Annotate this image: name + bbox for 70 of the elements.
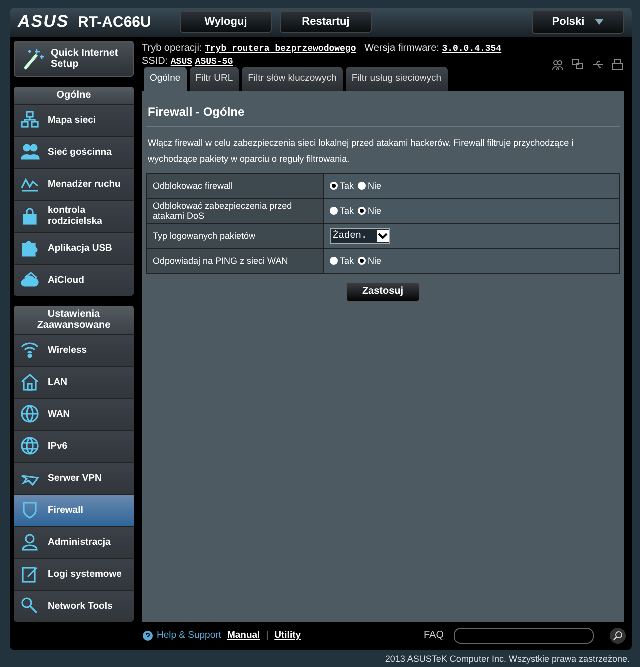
- usb-icon[interactable]: [592, 58, 604, 70]
- menu-heading: Ustawienia Zaawansowane: [14, 306, 134, 334]
- caret-icon: [594, 19, 604, 26]
- setting-label: Odblokować zabezpieczenia przed atakami DoS: [146, 198, 324, 223]
- logo: ASUS: [18, 12, 70, 32]
- panel-title: Firewall - Ogólne: [146, 100, 620, 126]
- puzzle-icon: [20, 238, 40, 258]
- menu-item[interactable]: Wireless: [14, 334, 134, 366]
- apply-button[interactable]: Zastosuj: [346, 282, 420, 302]
- radio-option[interactable]: Nie: [358, 180, 382, 191]
- utility-link[interactable]: Utility: [274, 630, 302, 642]
- people-icon[interactable]: [552, 58, 564, 70]
- menu-item[interactable]: AiCloud: [14, 264, 134, 296]
- wifi-icon: [20, 340, 40, 360]
- help-icon: [143, 630, 153, 641]
- people-icon: [20, 142, 40, 162]
- menu-item[interactable]: WAN: [14, 398, 134, 430]
- globe-icon: [20, 404, 40, 424]
- cloud-icon: [20, 270, 40, 290]
- radio-option[interactable]: Tak: [330, 256, 354, 266]
- setting-label: Odpowiadaj na PING z sieci WAN: [146, 248, 324, 273]
- shield-icon: [20, 500, 40, 520]
- menu-item[interactable]: Network Tools: [14, 590, 134, 622]
- log-type-dropdown[interactable]: Żaden.: [330, 228, 390, 244]
- header-button[interactable]: Restartuj: [280, 11, 372, 34]
- magic-wand-icon: [21, 46, 45, 70]
- setting-label: Typ logowanych pakietów: [146, 223, 324, 248]
- menu-item[interactable]: Logi systemowe: [14, 558, 134, 590]
- person-icon: [20, 532, 40, 552]
- menu-item[interactable]: Serwer VPN: [14, 462, 134, 494]
- tab[interactable]: Filtr URL: [190, 66, 240, 90]
- padlock-icon: [20, 206, 40, 226]
- printer-icon[interactable]: [612, 58, 624, 70]
- description: Włącz firewall w celu zabezpieczenia sieci lokalnej przed atakami hackerów. Firewall filtruje przychodzące i wychodzące pakiety w oparciu o reguły filtrowania.: [147, 136, 575, 166]
- menu-item[interactable]: IPv6: [14, 430, 134, 462]
- menu-item[interactable]: Menadżer ruchu: [14, 168, 134, 200]
- operation-mode: Tryb operacji: Tryb routera bezprzewodowego Wersja firmware: 3.0.0.4.354: [142, 42, 502, 54]
- menu-item[interactable]: Sieć gościnna: [14, 136, 134, 168]
- header-button[interactable]: Wyloguj: [180, 11, 272, 34]
- help-support-link[interactable]: Help & Support: [143, 630, 222, 642]
- radio-option[interactable]: Nie: [358, 206, 382, 216]
- radio-option[interactable]: Nie: [358, 256, 382, 266]
- faq-search-field[interactable]: [454, 628, 594, 644]
- menu-item[interactable]: Firewall: [14, 494, 134, 526]
- monitors-icon[interactable]: [572, 58, 584, 70]
- house-icon: [20, 372, 40, 392]
- boxes-icon: [20, 110, 40, 130]
- setting-label: Odblokowac firewall: [146, 173, 324, 198]
- ssid-info: SSID: ASUS ASUS-5G: [142, 56, 234, 66]
- manual-link[interactable]: Manual: [227, 630, 260, 642]
- menu-item[interactable]: kontrola rodzicielska: [14, 200, 134, 232]
- notepad-icon: [20, 564, 40, 584]
- radio-option[interactable]: Tak: [330, 206, 354, 216]
- globe-icon: [20, 436, 40, 456]
- menu-item[interactable]: LAN: [14, 366, 134, 398]
- radio-option[interactable]: Tak: [330, 180, 354, 191]
- link-separator: |: [266, 630, 269, 642]
- copyright: 2013 ASUSTeK Computer Inc. Wszystkie prawa zastrzeżone.: [384, 653, 631, 664]
- menu-item[interactable]: Mapa sieci: [14, 104, 134, 136]
- tab[interactable]: Filtr słów kluczowych: [242, 66, 343, 90]
- tab[interactable]: Ogólne: [144, 66, 187, 90]
- menu-item[interactable]: Aplikacja USB: [14, 232, 134, 264]
- menu-heading: Ogólne: [14, 86, 134, 104]
- quick-setup-button[interactable]: Quick Internet Setup: [14, 40, 134, 76]
- model-name: RT-AC66U: [78, 14, 152, 31]
- tab[interactable]: Filtr usług sieciowych: [346, 66, 448, 90]
- language-dropdown[interactable]: Polski: [532, 10, 624, 34]
- menu-item[interactable]: Administracja: [14, 526, 134, 558]
- faq-label: FAQ: [424, 630, 444, 642]
- search-icon[interactable]: [610, 628, 626, 644]
